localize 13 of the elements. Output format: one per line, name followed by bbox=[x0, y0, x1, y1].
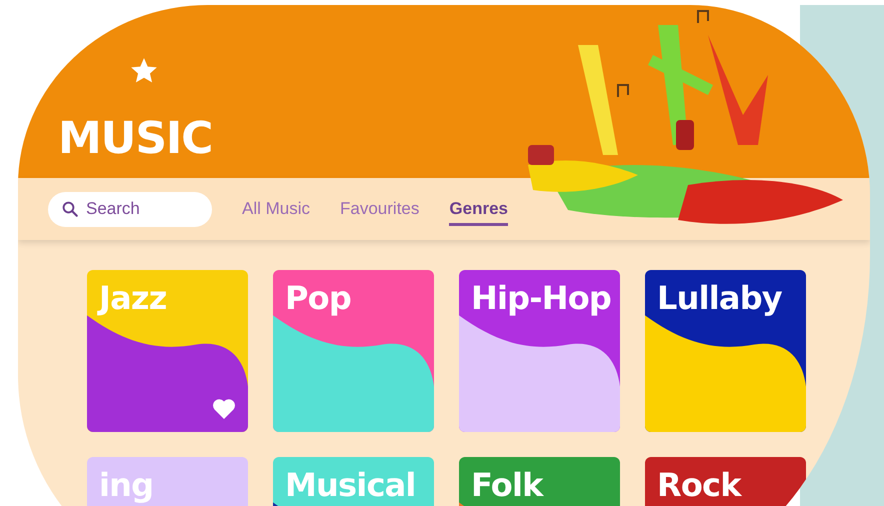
genre-card[interactable]: Hip-Hop bbox=[459, 270, 620, 432]
star-icon bbox=[130, 57, 158, 85]
search-field[interactable]: Search bbox=[48, 192, 212, 226]
genre-card[interactable]: Folk bbox=[459, 457, 620, 506]
page-title: MUSIC bbox=[58, 113, 212, 165]
genre-card[interactable]: Pop bbox=[273, 270, 434, 432]
search-icon bbox=[61, 200, 79, 218]
nav-tab[interactable]: Favourites bbox=[340, 196, 420, 226]
heart-icon[interactable] bbox=[212, 398, 236, 420]
nav-tab[interactable]: All Music bbox=[242, 196, 310, 226]
genre-card[interactable]: Rock bbox=[645, 457, 806, 506]
genre-card[interactable]: Lullaby bbox=[645, 270, 806, 432]
nav-tab[interactable]: Genres bbox=[449, 196, 508, 226]
